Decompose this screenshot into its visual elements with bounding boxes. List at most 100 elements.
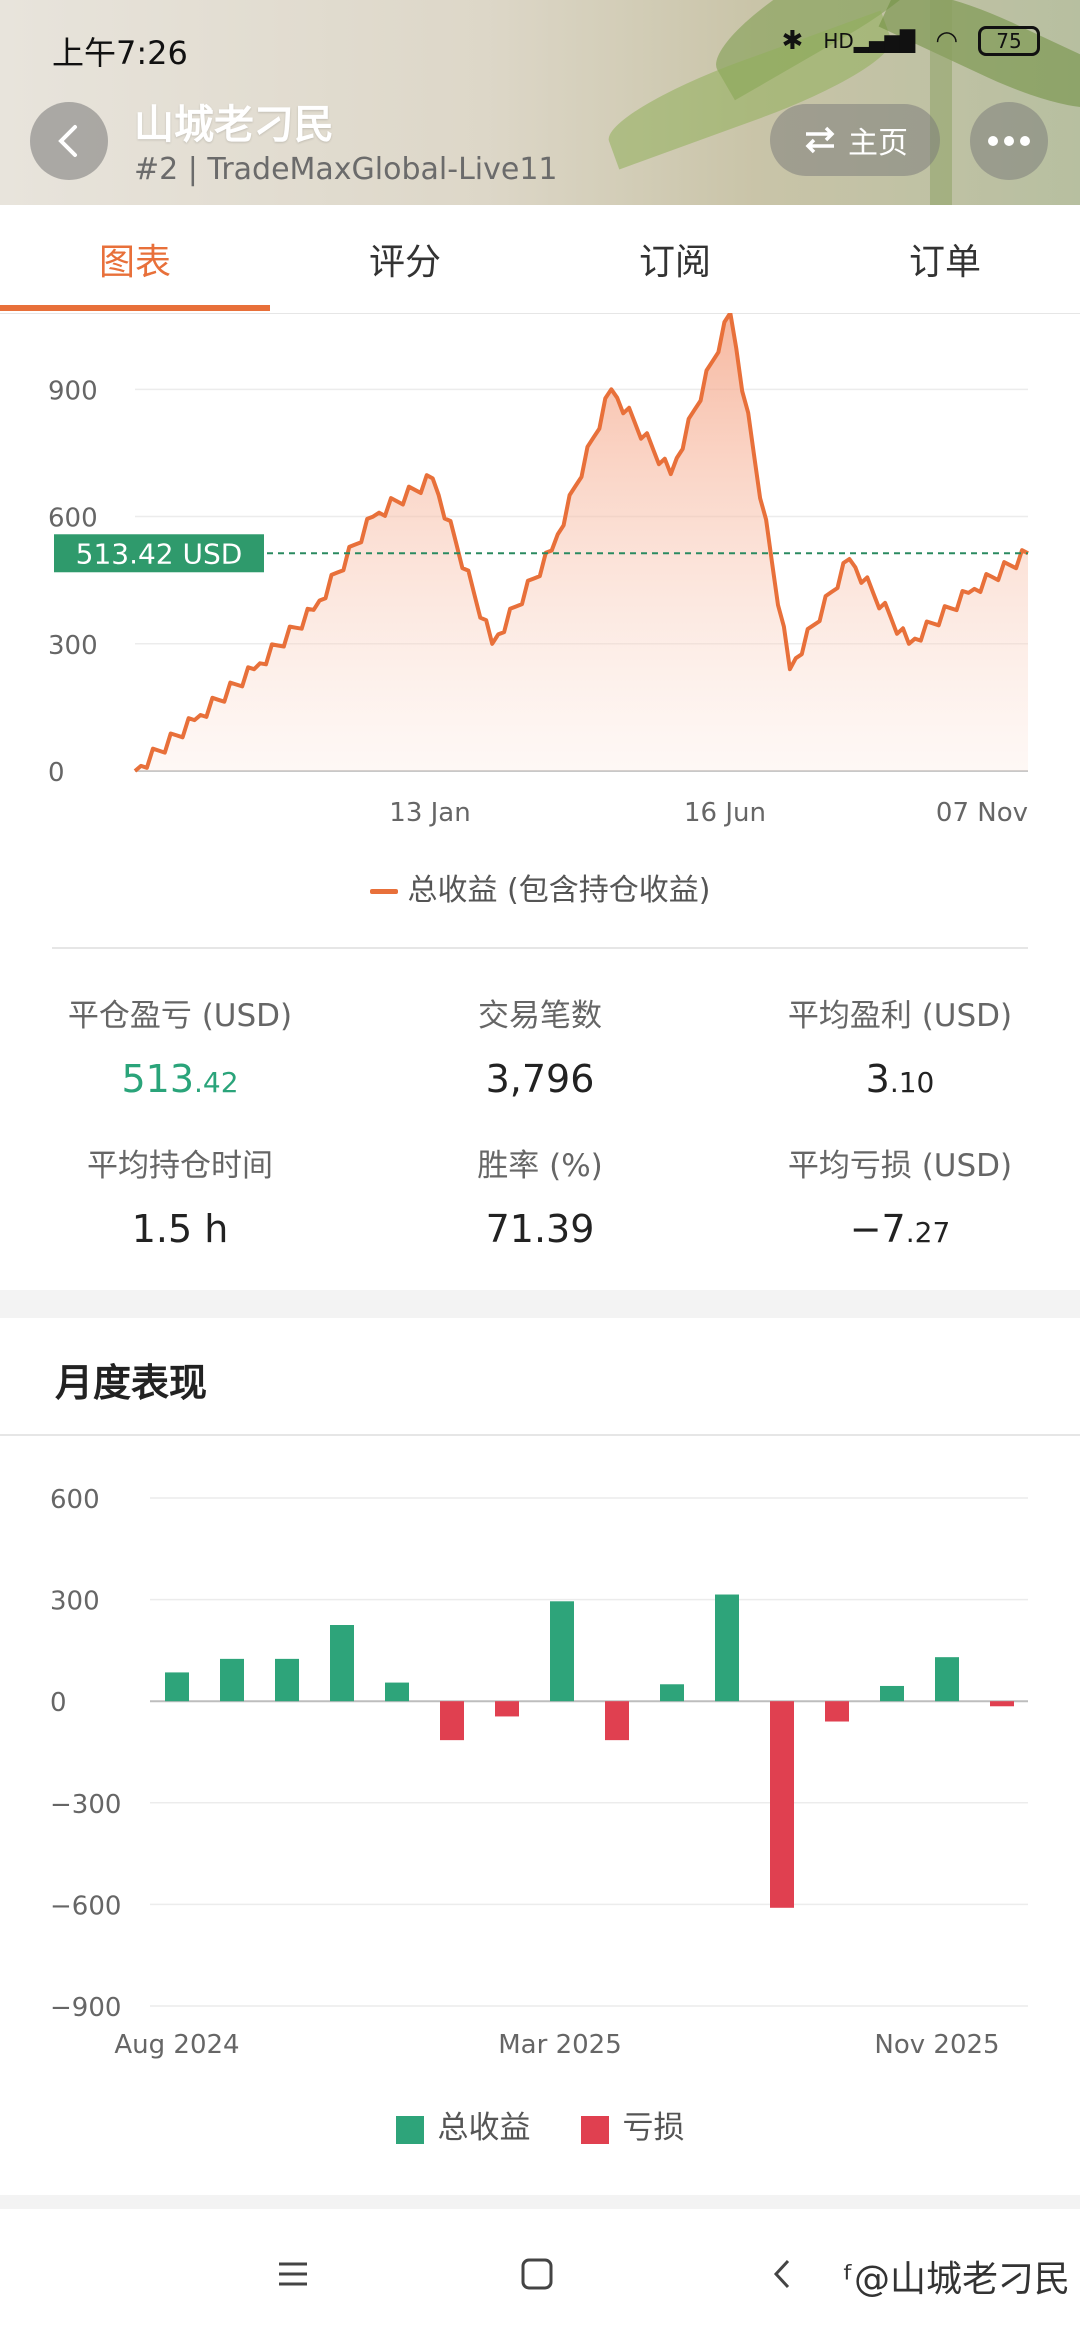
y-tick-label: −300 xyxy=(50,1790,121,1820)
x-tick-label: Nov 2025 xyxy=(874,2030,999,2060)
y-tick-label: 0 xyxy=(50,1688,67,1718)
legend-loss-swatch xyxy=(580,2115,609,2144)
stat-value: 1.5 h xyxy=(0,1207,360,1251)
y-tick-label: 600 xyxy=(50,1485,100,1515)
legend-profit: 总收益 xyxy=(395,2102,531,2147)
monthly-bar[interactable] xyxy=(440,1701,464,1741)
monthly-bar[interactable] xyxy=(275,1658,299,1702)
monthly-bar[interactable] xyxy=(825,1701,849,1722)
back-nav-icon[interactable] xyxy=(770,2257,794,2291)
legend-loss: 亏损 xyxy=(580,2102,685,2147)
active-tab-indicator xyxy=(0,305,270,311)
status-icons: ✱ HD▂▄▆█ ◠ 75 xyxy=(782,26,1040,56)
home-label: 主页 xyxy=(848,126,908,161)
monthly-bar[interactable] xyxy=(220,1658,244,1702)
back-button[interactable] xyxy=(30,102,108,180)
stat-item: 交易笔数 3,796 xyxy=(360,990,720,1101)
home-button[interactable]: 主页 xyxy=(770,104,940,176)
tab-rating[interactable]: 评分 xyxy=(270,205,540,313)
page-title: 山城老刁民 xyxy=(134,102,334,148)
stat-value-main: 1.5 h xyxy=(131,1207,229,1251)
divider xyxy=(52,947,1028,949)
stat-value: 3,796 xyxy=(360,1057,720,1101)
account-subtitle: #2 | TradeMaxGlobal-Live11 xyxy=(134,152,558,187)
signal-icon: HD▂▄▆█ xyxy=(823,29,916,53)
stat-value-main: 513 xyxy=(121,1057,194,1101)
monthly-bar[interactable] xyxy=(935,1657,959,1702)
bluetooth-icon: ✱ xyxy=(781,26,804,56)
monthly-section-title: 月度表现 xyxy=(55,1361,208,1405)
stat-item: 胜率 (%) 71.39 xyxy=(360,1140,720,1251)
y-tick-label: 0 xyxy=(48,758,65,788)
stat-value-decimal: .10 xyxy=(889,1066,935,1099)
monthly-bar[interactable] xyxy=(550,1601,574,1702)
stat-value-main: 3,796 xyxy=(485,1057,595,1101)
menu-icon[interactable] xyxy=(276,2257,310,2291)
x-tick-label: Mar 2025 xyxy=(498,2030,622,2060)
monthly-bar[interactable] xyxy=(880,1685,904,1702)
monthly-bar[interactable] xyxy=(165,1672,189,1702)
x-tick-label: Aug 2024 xyxy=(114,2030,239,2060)
legend-loss-label: 亏损 xyxy=(622,2110,685,2146)
equity-chart: 513.42 USD 0 300 600 900 13 Jan 16 Jun 07 Nov xyxy=(48,313,1029,828)
stat-label: 平仓盈亏 (USD) xyxy=(67,998,293,1034)
equity-legend: 总收益 (包含持仓收益) xyxy=(0,865,1080,909)
divider xyxy=(0,1434,1080,1436)
more-dot-icon xyxy=(988,136,998,146)
monthly-bar[interactable] xyxy=(660,1684,684,1702)
monthly-bar[interactable] xyxy=(385,1682,409,1702)
stat-label: 平均盈利 (USD) xyxy=(787,998,1013,1034)
more-dot-icon xyxy=(1020,136,1030,146)
y-tick-label: −900 xyxy=(50,1993,121,2023)
stat-value-decimal: .27 xyxy=(905,1216,951,1249)
stat-label: 胜率 (%) xyxy=(477,1148,603,1184)
monthly-bar[interactable] xyxy=(715,1594,739,1702)
x-tick-label: 16 Jun xyxy=(684,798,766,828)
equity-area xyxy=(135,313,1028,771)
status-time: 上午7:26 xyxy=(52,34,188,72)
home-square-icon[interactable] xyxy=(520,2257,554,2291)
stat-label: 平均持仓时间 xyxy=(87,1148,273,1184)
stat-item: 平仓盈亏 (USD) 513.42 xyxy=(0,990,360,1101)
y-tick-label: 600 xyxy=(48,504,98,534)
stat-item: 平均盈利 (USD) 3.10 xyxy=(720,990,1080,1101)
stat-value: 513.42 xyxy=(0,1057,360,1101)
app-header: 上午7:26 ✱ HD▂▄▆█ ◠ 75 山城老刁民 #2 | TradeMax… xyxy=(0,0,1080,205)
monthly-bar[interactable] xyxy=(990,1701,1014,1707)
stat-value-decimal: .42 xyxy=(194,1066,239,1099)
stat-item: 平均亏损 (USD) −7.27 xyxy=(720,1140,1080,1251)
section-separator xyxy=(0,1290,1080,1318)
tab-chart[interactable]: 图表 xyxy=(0,205,270,313)
monthly-bar[interactable] xyxy=(770,1701,794,1908)
stat-value-main: 71.39 xyxy=(485,1207,595,1251)
section-separator xyxy=(0,2195,1080,2209)
stat-value-main: −7 xyxy=(849,1207,906,1251)
battery-icon: 75 xyxy=(978,26,1040,56)
monthly-bar[interactable] xyxy=(330,1625,354,1702)
monthly-bar-chart: 600 300 0 −300 −600 −900 Aug 2024 Mar 2025 Nov 2… xyxy=(50,1485,1028,2060)
stat-value: 3.10 xyxy=(720,1057,1080,1101)
legend-profit-label: 总收益 xyxy=(437,2110,531,2146)
tab-bar: 图表 评分 订阅 订单 xyxy=(0,205,1080,314)
swap-icon xyxy=(805,126,835,154)
stat-value: 71.39 xyxy=(360,1207,720,1251)
monthly-bar[interactable] xyxy=(605,1701,629,1741)
stat-item: 平均持仓时间 1.5 h xyxy=(0,1140,360,1251)
y-tick-label: −600 xyxy=(50,1891,121,1921)
monthly-legend: 总收益 亏损 xyxy=(0,2102,1080,2147)
y-tick-label: 300 xyxy=(50,1587,100,1617)
equity-legend-label: 总收益 (包含持仓收益) xyxy=(407,873,711,908)
x-tick-label: 07 Nov xyxy=(936,798,1028,828)
stat-value-main: 3 xyxy=(865,1057,890,1101)
tab-orders[interactable]: 订单 xyxy=(810,205,1080,313)
legend-line-icon xyxy=(369,889,398,894)
x-tick-label: 13 Jan xyxy=(389,798,470,828)
battery-level: 75 xyxy=(996,29,1022,53)
chevron-left-icon xyxy=(58,125,77,157)
monthly-bar[interactable] xyxy=(495,1701,519,1717)
more-options-button[interactable] xyxy=(970,102,1048,180)
tab-subscribe[interactable]: 订阅 xyxy=(540,205,810,313)
stat-value: −7.27 xyxy=(720,1207,1080,1251)
stat-label: 交易笔数 xyxy=(478,998,602,1034)
y-tick-label: 900 xyxy=(48,376,98,406)
